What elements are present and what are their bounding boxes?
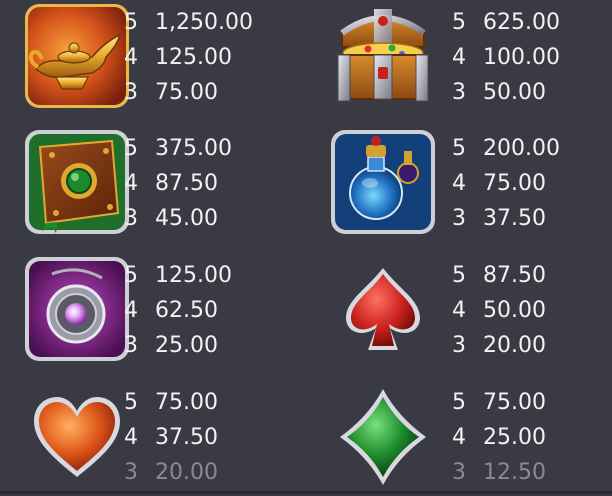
pay-row: 5 125.00 [124,263,232,288]
pay-row: 4 50.00 [452,298,546,323]
pay-row: 5 1,250.00 [124,10,253,35]
symbol-treasure-chest: 5 625.00 4 100.00 3 50.00 [306,1,596,116]
pay-row: 3 20.00 [452,333,546,358]
pay-row: 5 75.00 [452,390,546,415]
heart-icon [22,381,132,491]
pay-row: 4 125.00 [124,45,232,70]
diamond-icon [328,381,438,491]
amulet-icon [22,254,132,364]
pay-row: 3 25.00 [124,333,218,358]
symbol-heart: 5 75.00 4 37.50 3 20.00 [0,381,290,496]
pay-row: 4 75.00 [452,171,546,196]
lamp-icon [22,1,132,111]
book-icon [22,127,132,237]
symbol-genie-lamp: 5 1,250.00 4 125.00 3 75.00 [0,1,290,116]
symbol-potion: 5 200.00 4 75.00 3 37.50 [306,127,596,242]
pay-row: 3 37.50 [452,206,546,231]
pay-row: 4 87.50 [124,171,218,196]
symbol-diamond: 5 75.00 4 25.00 3 12.50 [306,381,596,496]
pay-row: 5 375.00 [124,136,232,161]
pay-row: 4 25.00 [452,425,546,450]
pay-row: 5 87.50 [452,263,546,288]
pay-row: 5 200.00 [452,136,560,161]
pay-row: 3 20.00 [124,460,218,485]
pay-row: 4 37.50 [124,425,218,450]
symbol-spade: 5 87.50 4 50.00 3 20.00 [306,254,596,369]
chest-icon [328,1,438,111]
pay-row: 4 62.50 [124,298,218,323]
pay-row: 3 75.00 [124,80,218,105]
pay-row: 4 100.00 [452,45,560,70]
potion-icon [328,127,438,237]
pay-row: 5 625.00 [452,10,560,35]
spade-icon [328,254,438,364]
pay-row: 3 12.50 [452,460,546,485]
symbol-spell-book: 5 375.00 4 87.50 3 45.00 [0,127,290,242]
pay-row: 3 50.00 [452,80,546,105]
pay-row: 3 45.00 [124,206,218,231]
symbol-amulet: 5 125.00 4 62.50 3 25.00 [0,254,290,369]
pay-row: 5 75.00 [124,390,218,415]
